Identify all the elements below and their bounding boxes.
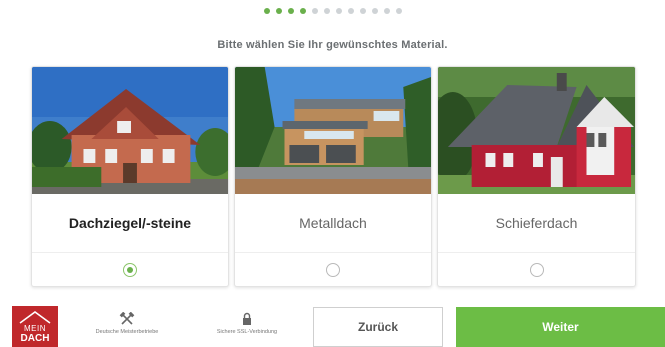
progress-dot	[287, 8, 294, 14]
progress-dot	[383, 8, 390, 14]
logo-text-line1: MEIN	[24, 324, 46, 333]
option-label: Dachziegel/-steine	[32, 194, 228, 253]
badge-label: Sichere SSL-Verbindung	[216, 329, 278, 335]
option-card-metal-roof[interactable]: Metalldach	[234, 66, 432, 287]
option-label: Metalldach	[235, 194, 431, 253]
progress-dot	[263, 8, 270, 14]
progress-dot	[371, 8, 378, 14]
next-button[interactable]: Weiter	[456, 307, 665, 347]
metal-roof-photo	[235, 67, 431, 194]
tools-icon	[119, 312, 135, 325]
trust-badge-master-craftsmen: Deutsche Meisterbetriebe	[72, 312, 182, 335]
option-label: Schieferdach	[438, 194, 635, 253]
option-radio-wrap	[438, 253, 635, 286]
material-options: Dachziegel/-steine Metalldach Schieferda…	[31, 66, 636, 287]
option-radio-wrap	[32, 253, 228, 286]
slate-roof-radio[interactable]	[529, 262, 544, 277]
progress-indicator	[0, 8, 665, 14]
option-card-roof-tiles[interactable]: Dachziegel/-steine	[31, 66, 229, 287]
progress-dot	[347, 8, 354, 14]
instruction-text: Bitte wählen Sie Ihr gewünschtes Materia…	[217, 39, 448, 51]
option-radio-wrap	[235, 253, 431, 286]
mein-dach-logo: MEIN DACH	[12, 306, 58, 347]
progress-dot	[359, 8, 366, 14]
progress-dot	[395, 8, 402, 14]
metal-roof-radio[interactable]	[326, 262, 340, 277]
progress-dot	[311, 8, 318, 14]
badge-label: Deutsche Meisterbetriebe	[95, 329, 159, 335]
slate-roof-photo	[438, 67, 635, 194]
lock-icon	[243, 312, 251, 325]
progress-dot	[275, 8, 282, 14]
logo-text-line2: DACH	[20, 333, 50, 344]
trust-badge-ssl: Sichere SSL-Verbindung	[192, 312, 302, 335]
roof-tiles-radio[interactable]	[123, 262, 137, 277]
roof-icon	[19, 311, 51, 324]
progress-dot	[335, 8, 342, 14]
back-button[interactable]: Zurück	[313, 307, 443, 347]
progress-dot	[323, 8, 330, 14]
option-card-slate-roof[interactable]: Schieferdach	[437, 66, 636, 287]
roof-tiles-photo	[32, 67, 228, 194]
progress-dot	[299, 8, 306, 14]
